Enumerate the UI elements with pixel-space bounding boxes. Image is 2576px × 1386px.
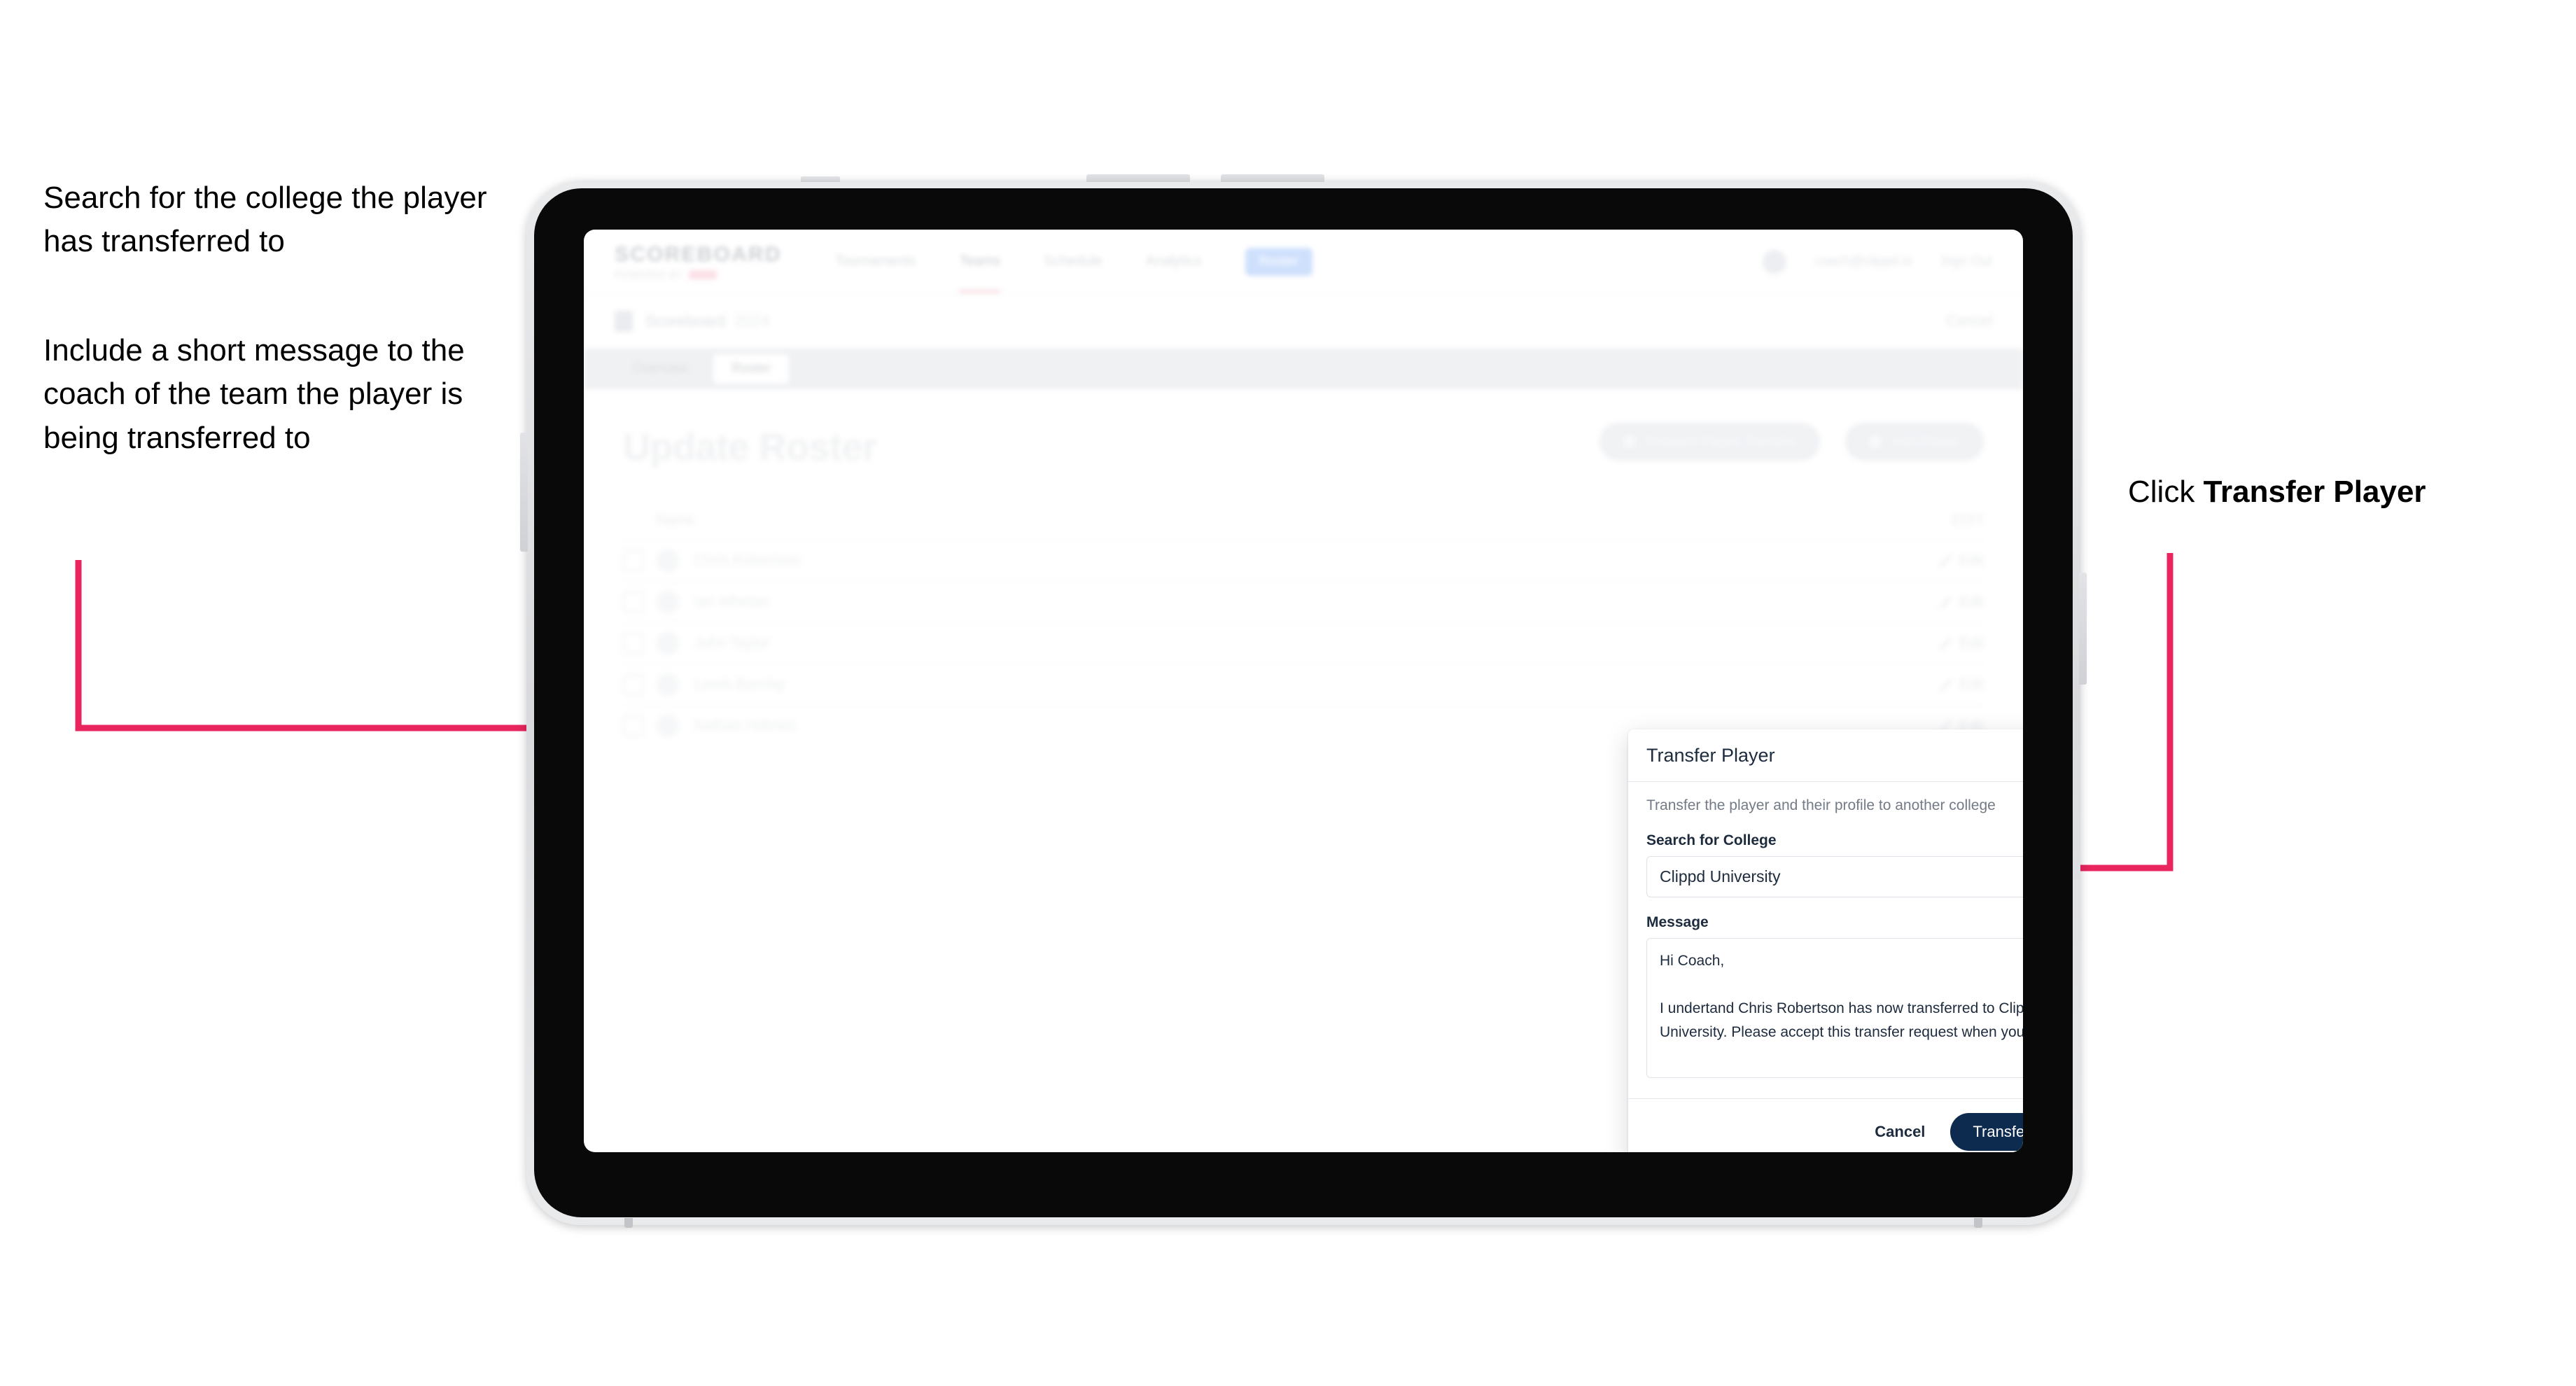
player-name: Lewis Barclay — [694, 676, 785, 692]
volume-down-button[interactable] — [1221, 174, 1324, 182]
table-row[interactable]: Chris Robertson Edit — [623, 540, 1984, 581]
annotation-include-message: Include a short message to the coach of … — [43, 333, 465, 455]
tablet-foot-left — [624, 1218, 633, 1228]
volume-up-button[interactable] — [1086, 174, 1190, 182]
breadcrumb-sub: 2024 — [734, 312, 769, 330]
app-header: SCOREBOARD POWERED BY Tournaments Teams … — [584, 230, 2023, 294]
nav-item-analytics[interactable]: Analytics — [1146, 230, 1202, 293]
player-name: Chris Robertson — [694, 552, 801, 568]
tablet-device: SCOREBOARD POWERED BY Tournaments Teams … — [520, 174, 2087, 1228]
edit-label: Edit — [1959, 676, 1984, 692]
sign-out-link[interactable]: Sign Out — [1940, 254, 1992, 270]
pencil-icon — [1938, 595, 1952, 609]
app-body: Update Roster Request Player Transfer Ad… — [584, 389, 2023, 746]
pencil-icon — [1938, 554, 1952, 568]
nav-pill-roster: Roster — [1245, 247, 1312, 276]
breadcrumb-main[interactable]: Scoreboard — [645, 312, 725, 330]
pencil-icon — [1938, 678, 1952, 692]
brand-name: SCOREBOARD — [615, 243, 782, 266]
header-right: coach@clippd.io Sign Out — [1763, 249, 1992, 274]
plus-icon — [1869, 435, 1882, 448]
message-field-label: Message — [1646, 914, 1709, 930]
avatar — [657, 673, 679, 696]
breadcrumb: Scoreboard 2024 Cancel — [584, 294, 2023, 349]
edit-link[interactable]: Edit — [1938, 636, 1984, 652]
tablet-foot-right — [1974, 1218, 1982, 1228]
field-spacer — [1646, 897, 2023, 914]
avatar — [657, 715, 679, 737]
tab-strip: Overview Roster — [584, 349, 2023, 389]
edit-link[interactable]: Edit — [1938, 553, 1984, 569]
breadcrumb-icon — [615, 310, 633, 332]
message-textarea[interactable] — [1646, 938, 2023, 1078]
player-name: Ian Whelan — [694, 594, 769, 610]
player-name: Nathan Holmes — [694, 718, 796, 734]
avatar — [657, 591, 679, 613]
row-checkbox[interactable] — [623, 674, 644, 695]
cancel-button[interactable]: Cancel — [1870, 1122, 1929, 1142]
annotation-click-transfer: Click Transfer Player — [2128, 470, 2562, 514]
pencil-icon — [1938, 636, 1952, 650]
row-checkbox[interactable] — [623, 633, 644, 654]
dialog-description: Transfer the player and their profile to… — [1646, 797, 1996, 813]
tab-overview[interactable]: Overview — [615, 354, 706, 384]
add-player-button[interactable]: Add Player — [1845, 423, 1984, 461]
edit-link[interactable]: Edit — [1938, 677, 1984, 693]
nav-item-teams[interactable]: Teams — [959, 230, 1000, 293]
row-checkbox[interactable] — [623, 550, 644, 571]
right-side-button[interactable] — [2079, 573, 2087, 685]
dialog-body: Transfer the player and their profile to… — [1628, 782, 2023, 1098]
player-name: John Taylor — [694, 635, 770, 651]
tab-roster[interactable]: Roster — [713, 354, 790, 384]
dialog-title: Transfer Player — [1646, 744, 1775, 766]
add-player-label: Add Player — [1891, 433, 1960, 449]
breadcrumb-cancel[interactable]: Cancel — [1947, 313, 1992, 330]
brand-chip — [689, 270, 718, 279]
edit-label: Edit — [1959, 594, 1984, 610]
nav-item-schedule[interactable]: Schedule — [1044, 230, 1102, 293]
transfer-player-dialog: Transfer Player Transfer the player and … — [1628, 729, 2023, 1152]
row-checkbox[interactable] — [623, 715, 644, 736]
college-field-label: Search for College — [1646, 832, 1777, 848]
row-checkbox[interactable] — [623, 592, 644, 612]
brand-sub-text: POWERED BY — [615, 270, 684, 280]
nav-item-roster[interactable]: Roster — [1245, 230, 1312, 293]
roster-col-edit: EDIT — [1952, 512, 1984, 528]
brand-subtitle: POWERED BY — [615, 270, 782, 280]
avatar[interactable] — [1763, 249, 1787, 274]
annotation-click-prefix: Click — [2128, 475, 2204, 509]
request-transfer-label: Request Player Transfer — [1645, 433, 1797, 449]
edit-label: Edit — [1959, 635, 1984, 651]
brand-logo[interactable]: SCOREBOARD POWERED BY — [615, 243, 782, 280]
table-row[interactable]: Ian Whelan Edit — [623, 581, 1984, 622]
nav-item-tournaments[interactable]: Tournaments — [835, 230, 916, 293]
transfer-player-button[interactable]: Transfer Player — [1950, 1113, 2023, 1151]
search-college-input[interactable] — [1646, 856, 2023, 897]
avatar — [657, 550, 679, 572]
edit-label: Edit — [1959, 552, 1984, 568]
transfer-icon — [1623, 435, 1636, 448]
dialog-footer: Cancel Transfer Player — [1628, 1098, 2023, 1152]
roster-header-row: Name EDIT — [623, 512, 1984, 540]
annotation-search-college: Search for the college the player has tr… — [43, 181, 487, 259]
annotation-click-bold: Transfer Player — [2203, 475, 2426, 509]
avatar — [657, 632, 679, 654]
table-row[interactable]: John Taylor Edit — [623, 622, 1984, 664]
dialog-header: Transfer Player — [1628, 729, 2023, 782]
left-side-button[interactable] — [520, 433, 528, 552]
user-email: coach@clippd.io — [1814, 253, 1913, 269]
table-row[interactable]: Lewis Barclay Edit — [623, 664, 1984, 705]
power-button[interactable] — [801, 176, 840, 182]
roster-col-name: Name — [657, 512, 694, 528]
edit-link[interactable]: Edit — [1938, 594, 1984, 610]
page-actions: Request Player Transfer Add Player — [1599, 423, 1984, 461]
main-nav: Tournaments Teams Schedule Analytics Ros… — [835, 230, 1312, 293]
request-player-transfer-button[interactable]: Request Player Transfer — [1599, 423, 1821, 461]
tablet-screen: SCOREBOARD POWERED BY Tournaments Teams … — [584, 230, 2023, 1152]
